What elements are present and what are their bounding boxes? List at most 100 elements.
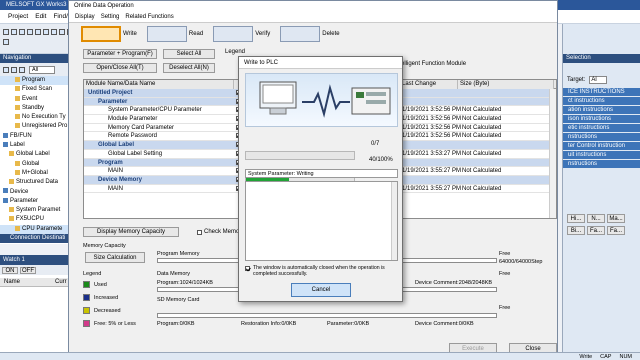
cancel-button[interactable]: Cancel xyxy=(291,283,351,297)
right-tab-6[interactable]: Fa... xyxy=(607,226,625,235)
nav-tree-item[interactable]: System Paramet xyxy=(0,206,77,215)
nav-item-label: Global Label xyxy=(16,151,50,158)
delete-wizard-icon[interactable] xyxy=(280,26,321,42)
watch-off-button[interactable]: OFF xyxy=(20,266,36,274)
instruction-category-item[interactable]: ICE INSTRUCTIONS xyxy=(563,88,640,96)
legend-item: Decreased xyxy=(83,307,136,320)
navigation-tree: Program Fixed Scan Event Standby No Executio… xyxy=(0,76,77,244)
instruction-category-item[interactable]: nstructions xyxy=(563,160,640,168)
nav-expand-icon[interactable] xyxy=(3,66,9,73)
instruction-category-item[interactable]: etic instructions xyxy=(563,124,640,132)
nav-tree-item[interactable]: FX5UCPU xyxy=(0,215,77,224)
menu-edit[interactable]: Edit xyxy=(35,13,46,20)
display-memory-capacity-button[interactable]: Display Memory Capacity xyxy=(83,227,179,237)
dialog-menu-related[interactable]: Related Functions xyxy=(125,14,173,20)
right-tab-4[interactable]: Bi... xyxy=(567,226,585,235)
row-name: MAIN xyxy=(108,185,123,192)
connection-destination-header[interactable]: Connection Destinati xyxy=(0,234,77,244)
nav-tree-item[interactable]: Label xyxy=(0,141,77,150)
instruction-category-item[interactable]: uit instructions xyxy=(563,151,640,159)
right-tab-2[interactable]: N... xyxy=(587,214,605,223)
nav-tree-item[interactable]: CPU Paramete xyxy=(0,224,77,235)
new-project-icon[interactable] xyxy=(3,29,9,35)
deselect-all-button[interactable]: Deselect All(N) xyxy=(163,63,215,73)
find-icon[interactable] xyxy=(3,39,9,45)
legend-swatch xyxy=(83,294,90,301)
right-tab-1[interactable]: Hi... xyxy=(567,214,585,223)
log-scrollbar[interactable] xyxy=(391,182,397,260)
select-all-button[interactable]: Select All xyxy=(163,49,215,59)
nav-item-label: Device xyxy=(10,188,29,195)
nav-tree-item[interactable]: Structured Data xyxy=(0,178,77,187)
target-select[interactable]: Al xyxy=(589,76,608,84)
nav-collapse-icon[interactable] xyxy=(11,66,17,73)
nav-tree-item[interactable]: Global Label xyxy=(0,150,77,159)
status-write: Write xyxy=(579,353,593,360)
nav-item-label: System Paramet xyxy=(16,207,61,214)
print-icon[interactable] xyxy=(27,29,33,35)
instruction-category-item[interactable]: ison instructions xyxy=(563,115,640,123)
dialog-menu-display[interactable]: Display xyxy=(75,14,95,20)
nav-settings-icon[interactable] xyxy=(19,66,25,73)
nav-tree-item[interactable]: Device xyxy=(0,188,77,197)
row-name: System Parameter/CPU Parameter xyxy=(108,107,202,114)
device-comment-value: Device Comment:2048/2048KB xyxy=(415,280,493,286)
nav-filter-select[interactable]: All xyxy=(29,65,55,74)
cut-icon[interactable] xyxy=(35,29,41,35)
size-calculation-button[interactable]: Size Calculation xyxy=(85,252,145,263)
auto-close-row[interactable]: The window is automatically closed when … xyxy=(245,265,398,277)
nav-item-label: Fixed Scan xyxy=(22,86,53,93)
legend-swatch xyxy=(83,281,90,288)
menu-project[interactable]: Project xyxy=(8,13,28,20)
memory-legend: Used Increased Decreased Free: 5% or Less xyxy=(83,281,136,333)
right-tab-5[interactable]: Fa... xyxy=(587,226,605,235)
wizard-delete-label: Delete xyxy=(322,31,340,37)
overall-progress-bar xyxy=(245,151,355,160)
nav-tree-item[interactable]: Program xyxy=(0,76,77,86)
nav-tree-item[interactable]: Event xyxy=(0,95,77,104)
status-field: System Parameter: Writing xyxy=(245,169,398,178)
table-scrollbar[interactable] xyxy=(549,89,556,218)
instruction-category-item[interactable]: nstructions xyxy=(563,133,640,141)
save-project-icon[interactable] xyxy=(19,29,25,35)
write-wizard-icon[interactable] xyxy=(81,26,121,42)
watch-pane: ON OFF Name Curr xyxy=(0,265,78,352)
main-toolbar xyxy=(0,24,78,54)
instruction-category-item[interactable]: ation instructions xyxy=(563,106,640,114)
nav-tree-item[interactable]: Unregistered Pro xyxy=(0,122,77,131)
dialog-title: Online Data Operation xyxy=(69,1,557,11)
read-wizard-icon[interactable] xyxy=(146,26,187,42)
nav-tree-item[interactable]: FB/FUN xyxy=(0,132,77,141)
wizard-read-label: Read xyxy=(188,31,204,37)
parameter-program-button[interactable]: Parameter + Program(F) xyxy=(83,49,157,59)
right-tab-3[interactable]: Ma... xyxy=(607,214,625,223)
check-memory-checkbox[interactable] xyxy=(197,229,202,235)
instruction-category-item[interactable]: ct instructions xyxy=(563,97,640,105)
status-bar: Write CAP NUM xyxy=(0,352,640,360)
copy-icon[interactable] xyxy=(43,29,49,35)
open-project-icon[interactable] xyxy=(11,29,17,35)
nav-tree-item[interactable]: Parameter xyxy=(0,197,77,206)
nav-item-label: Global xyxy=(22,160,40,167)
nav-tree-item[interactable]: M+Global xyxy=(0,169,77,178)
nav-tree-item[interactable]: No Execution Ty xyxy=(0,113,77,122)
nav-tree-item[interactable]: Fixed Scan xyxy=(0,85,77,94)
data-free-label: Free xyxy=(499,271,511,277)
auto-close-checkbox[interactable] xyxy=(245,266,250,271)
nav-item-label: CPU Paramete xyxy=(22,225,63,232)
col-last-change: Last Change xyxy=(400,79,458,89)
undo-icon[interactable] xyxy=(59,29,65,35)
nav-tree-item[interactable]: Global xyxy=(0,160,77,169)
legend-item: Free: 5% or Less xyxy=(83,320,136,333)
legend-title: Legend xyxy=(83,271,102,277)
row-name: Remote Password xyxy=(108,133,158,140)
nav-tree-item[interactable]: Standby xyxy=(0,104,77,113)
paste-icon[interactable] xyxy=(51,29,57,35)
instruction-category-item[interactable]: ter Control instruction xyxy=(563,142,640,150)
sd-card-label: SD Memory Card xyxy=(157,297,200,303)
dialog-menu-setting[interactable]: Setting xyxy=(101,14,120,20)
legend-label-text: Decreased xyxy=(94,307,121,314)
verify-wizard-icon[interactable] xyxy=(213,26,254,42)
watch-on-button[interactable]: ON xyxy=(2,266,18,274)
open-close-all-button[interactable]: Open/Close All(T) xyxy=(83,63,157,73)
